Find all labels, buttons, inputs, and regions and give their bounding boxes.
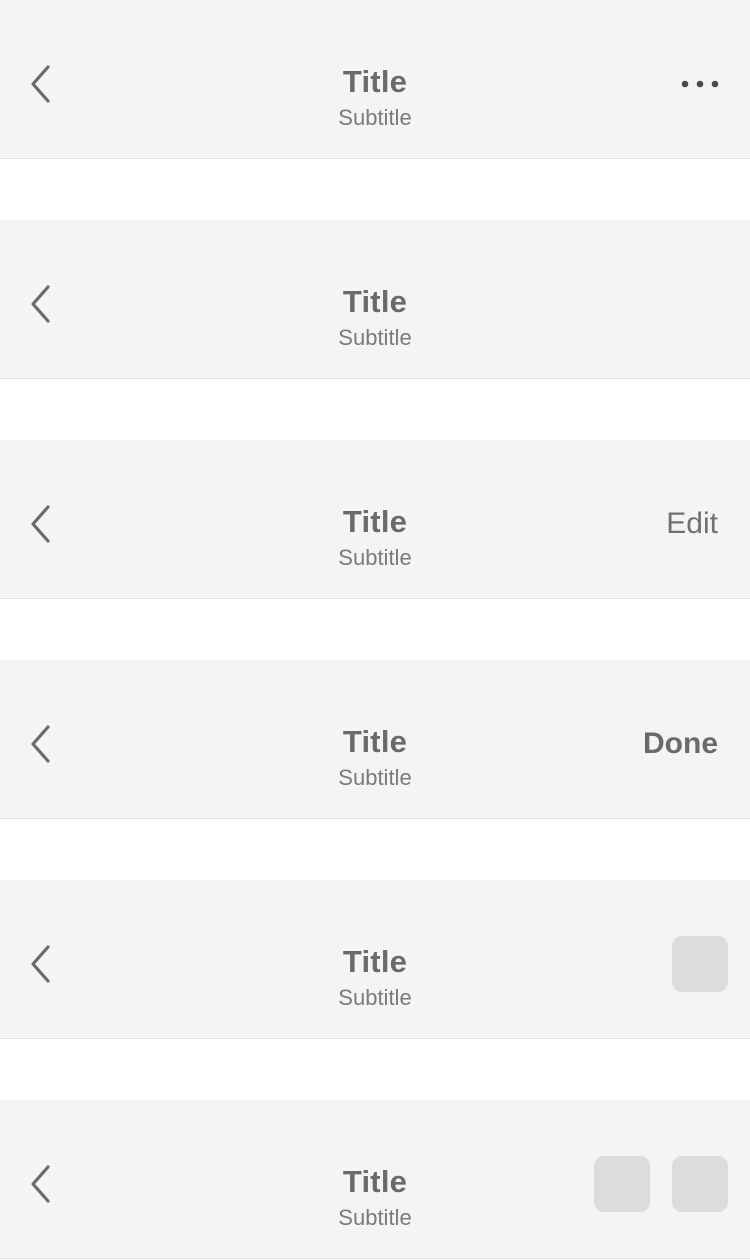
- navbar-done: Title Subtitle Done: [0, 660, 750, 819]
- back-button[interactable]: [18, 54, 66, 114]
- chevron-left-icon: [31, 725, 50, 763]
- action-icon-placeholder-2[interactable]: [672, 1156, 728, 1212]
- chevron-left-icon: [31, 1165, 50, 1203]
- page-title: Title: [342, 504, 408, 539]
- title-group: Title Subtitle: [175, 942, 575, 1011]
- page-subtitle: Subtitle: [338, 545, 412, 570]
- title-group: Title Subtitle: [175, 62, 575, 131]
- chevron-left-icon: [31, 505, 50, 543]
- page-subtitle: Subtitle: [338, 765, 412, 790]
- back-button[interactable]: [18, 714, 66, 774]
- edit-button[interactable]: Edit: [666, 504, 718, 544]
- navbar-more: Title Subtitle: [0, 0, 750, 159]
- title-group: Title Subtitle: [175, 502, 575, 571]
- page-title: Title: [342, 1164, 408, 1199]
- navbar-plain: Title Subtitle: [0, 220, 750, 379]
- page-title: Title: [342, 724, 408, 759]
- done-button[interactable]: Done: [643, 724, 718, 764]
- page-subtitle: Subtitle: [338, 985, 412, 1010]
- navbar-edit: Title Subtitle Edit: [0, 440, 750, 599]
- action-icon-placeholder-1[interactable]: [594, 1156, 650, 1212]
- more-horizontal-icon: [681, 80, 719, 88]
- chevron-left-icon: [31, 945, 50, 983]
- page-title: Title: [342, 284, 408, 319]
- title-group: Title Subtitle: [175, 282, 575, 351]
- page-title: Title: [342, 944, 408, 979]
- back-button[interactable]: [18, 274, 66, 334]
- page-subtitle: Subtitle: [338, 325, 412, 350]
- action-icon-placeholder[interactable]: [672, 936, 728, 992]
- back-button[interactable]: [18, 1154, 66, 1214]
- navbar-two-icons: Title Subtitle: [0, 1100, 750, 1259]
- chevron-left-icon: [31, 285, 50, 323]
- back-button[interactable]: [18, 934, 66, 994]
- page-title: Title: [342, 64, 408, 99]
- title-group: Title Subtitle: [175, 1162, 575, 1231]
- title-group: Title Subtitle: [175, 722, 575, 791]
- more-button[interactable]: [676, 62, 724, 106]
- navbar-one-icon: Title Subtitle: [0, 880, 750, 1039]
- chevron-left-icon: [31, 65, 50, 103]
- page-subtitle: Subtitle: [338, 1205, 412, 1230]
- back-button[interactable]: [18, 494, 66, 554]
- page-subtitle: Subtitle: [338, 105, 412, 130]
